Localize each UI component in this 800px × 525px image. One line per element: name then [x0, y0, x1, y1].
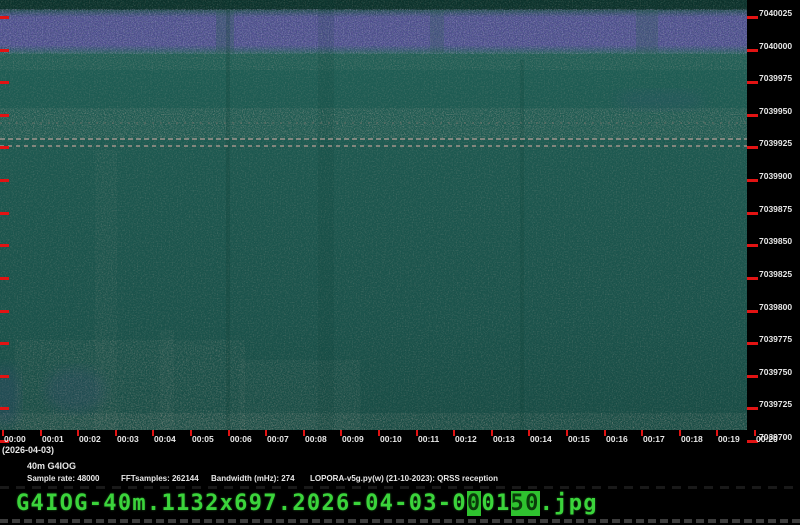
freq-tick-label: 7039775: [759, 334, 800, 344]
freq-tick-right: [747, 277, 758, 280]
dashed-strip-bottom: [0, 519, 800, 523]
time-tick-label: 00:14: [530, 434, 552, 444]
freq-tick-label: 7039850: [759, 236, 800, 246]
freq-tick-left: [0, 179, 9, 182]
freq-tick-right: [747, 212, 758, 215]
time-tick-label: 00:08: [305, 434, 327, 444]
freq-tick-left: [0, 212, 9, 215]
time-tick-label: 00:02: [79, 434, 101, 444]
freq-tick-right: [747, 244, 758, 247]
freq-tick-label: 7039950: [759, 106, 800, 116]
waterfall-plot: [0, 0, 747, 430]
freq-tick-label: 7040000: [759, 41, 800, 51]
freq-tick-label: 7039750: [759, 367, 800, 377]
freq-tick-label: 7039925: [759, 138, 800, 148]
time-tick-label: 00:20: [756, 434, 778, 444]
stat-bandwidth: Bandwidth (mHz): 274: [211, 474, 295, 483]
filename-digit-inverted: 0: [525, 491, 540, 516]
stats-row: Sample rate: 48000 FFTsamples: 262144 Ba…: [0, 474, 800, 486]
freq-tick-label: 7039825: [759, 269, 800, 279]
freq-tick-left: [0, 146, 9, 149]
freq-tick-left: [0, 49, 9, 52]
freq-tick-right: [747, 16, 758, 19]
freq-tick-left: [0, 407, 9, 410]
freq-tick-left: [0, 342, 9, 345]
filename-text: G4IOG-40m.1132x697.2026-04-03-000150.jpg: [16, 491, 598, 517]
time-tick-label: 00:12: [455, 434, 477, 444]
freq-tick-right: [747, 146, 758, 149]
freq-tick-right: [747, 81, 758, 84]
freq-tick-label: 7039875: [759, 204, 800, 214]
time-tick-label: 00:06: [230, 434, 252, 444]
freq-tick-label: 7040025: [759, 8, 800, 18]
time-tick-label: 00:03: [117, 434, 139, 444]
time-tick-label: 00:00: [4, 434, 26, 444]
time-tick-label: 00:15: [568, 434, 590, 444]
freq-tick-right: [747, 49, 758, 52]
freq-tick-right: [747, 310, 758, 313]
freq-tick-left: [0, 16, 9, 19]
freq-tick-right: [747, 375, 758, 378]
time-tick-label: 00:17: [643, 434, 665, 444]
filename-prefix: G4IOG-40m.1132x697.2026-04-03-: [16, 491, 452, 516]
stat-sample-rate: Sample rate: 48000: [27, 474, 100, 483]
freq-tick-label: 7039975: [759, 73, 800, 83]
date-caption: (2026-04-03): [2, 445, 54, 455]
time-tick-label: 00:13: [493, 434, 515, 444]
time-tick-label: 00:10: [380, 434, 402, 444]
time-tick-label: 00:18: [681, 434, 703, 444]
dashed-strip-top: [0, 486, 800, 489]
freq-tick-label: 7039725: [759, 399, 800, 409]
time-tick-label: 00:11: [418, 434, 439, 444]
freq-tick-left: [0, 310, 9, 313]
freq-tick-left: [0, 375, 9, 378]
grabber-screenshot: 7040025 7040000 7039975 7039950 7039925 70399…: [0, 0, 800, 525]
filename-suffix: .jpg: [540, 491, 598, 516]
stat-fft-samples: FFTsamples: 262144: [121, 474, 199, 483]
time-tick-label: 00:19: [718, 434, 740, 444]
stat-software: LOPORA-v5g.py(w) (21-10-2023): QRSS rece…: [310, 474, 498, 483]
freq-tick-right: [747, 342, 758, 345]
time-tick-label: 00:01: [42, 434, 64, 444]
time-tick-label: 00:09: [342, 434, 364, 444]
filename-digit-inverted: 0: [467, 491, 482, 516]
freq-tick-right: [747, 407, 758, 410]
freq-tick-right: [747, 179, 758, 182]
time-tick-label: 00:05: [192, 434, 214, 444]
filename-digit: 0: [452, 491, 467, 516]
station-caption: 40m G4IOG: [27, 461, 76, 471]
filename-digit-inverted: 5: [511, 491, 526, 516]
filename-digits: 000150: [452, 491, 539, 516]
time-tick-label: 00:04: [154, 434, 176, 444]
filename-digit: 0: [481, 491, 496, 516]
freq-tick-left: [0, 244, 9, 247]
time-tick-label: 00:07: [267, 434, 289, 444]
filename-digit: 1: [496, 491, 511, 516]
freq-tick-left: [0, 277, 9, 280]
freq-tick-left: [0, 81, 9, 84]
freq-tick-left: [0, 114, 9, 117]
freq-tick-label: 7039800: [759, 302, 800, 312]
freq-tick-label: 7039900: [759, 171, 800, 181]
time-tick-label: 00:16: [606, 434, 628, 444]
waterfall-image: [0, 0, 747, 430]
freq-tick-right: [747, 114, 758, 117]
